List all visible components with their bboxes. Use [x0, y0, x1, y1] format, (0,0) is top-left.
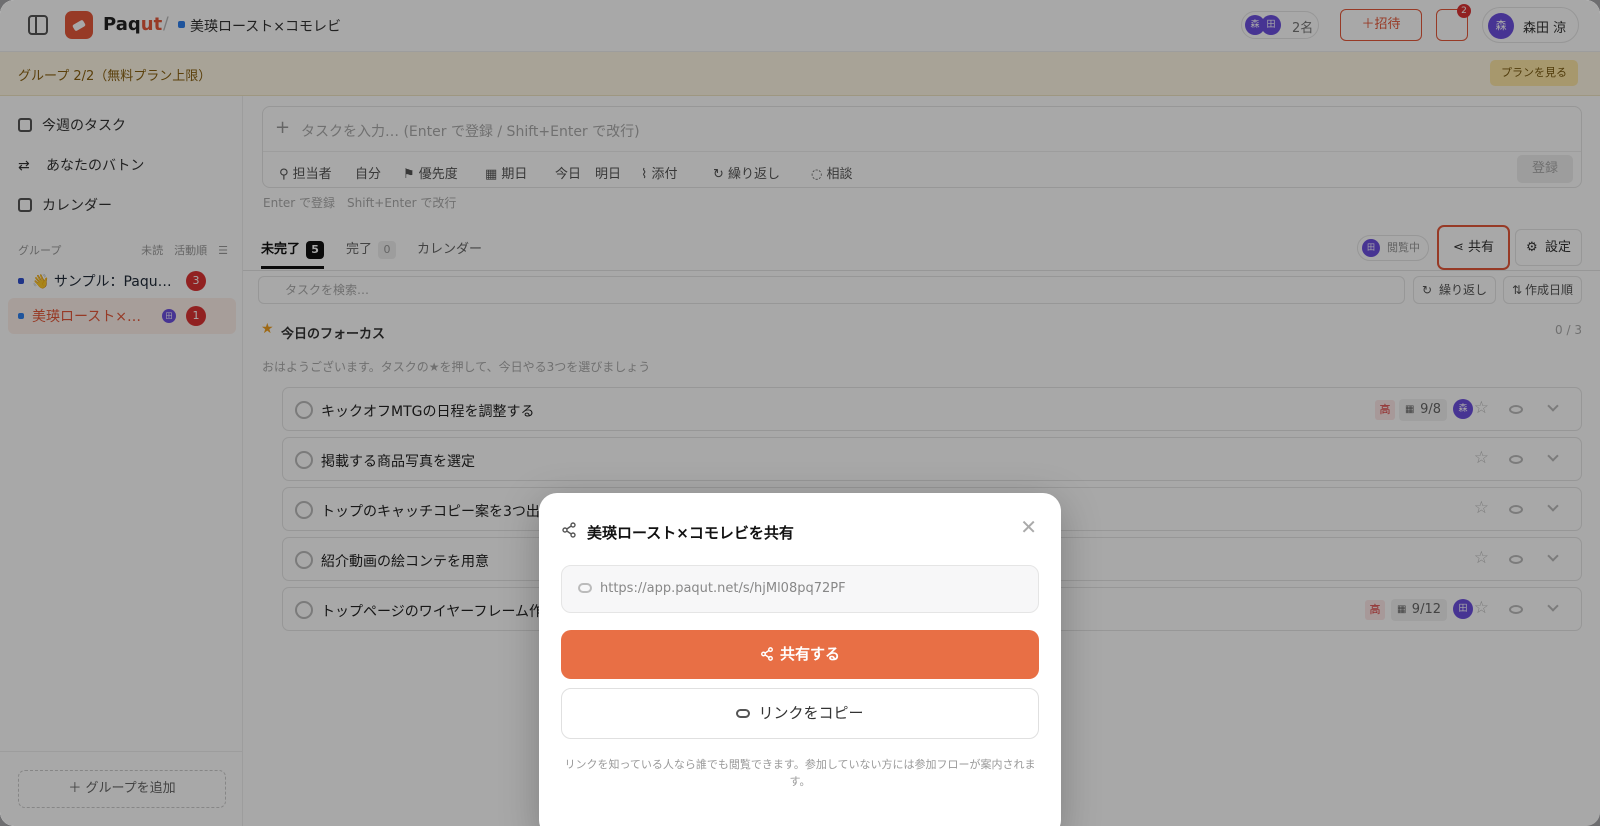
share-action-label: 共有する [779, 645, 840, 663]
share-icon [761, 647, 773, 661]
share-icon [562, 522, 576, 538]
link-icon [736, 709, 751, 718]
copy-link-label: リンクをコピー [758, 704, 864, 722]
link-icon [578, 583, 592, 593]
copy-link-button[interactable]: リンクをコピー [561, 688, 1039, 739]
share-url-field[interactable]: https://app.paqut.net/s/hjMl08pq72PF [561, 565, 1039, 613]
share-url: https://app.paqut.net/s/hjMl08pq72PF [600, 581, 846, 596]
share-modal: 美瑛ロースト×コモレビを共有 ✕ https://app.paqut.net/s… [539, 493, 1061, 826]
share-action-button[interactable]: 共有する [561, 630, 1039, 679]
close-icon[interactable]: ✕ [1020, 515, 1037, 539]
share-note: リンクを知っている人なら誰でも閲覧できます。参加していない方には参加フローが案内… [564, 758, 1036, 788]
modal-title: 美瑛ロースト×コモレビを共有 [587, 524, 794, 542]
app-window: Paqut / 美瑛ロースト×コモレビ 森 田 2名 ＋招待 2 森 森田 涼 … [0, 0, 1600, 826]
